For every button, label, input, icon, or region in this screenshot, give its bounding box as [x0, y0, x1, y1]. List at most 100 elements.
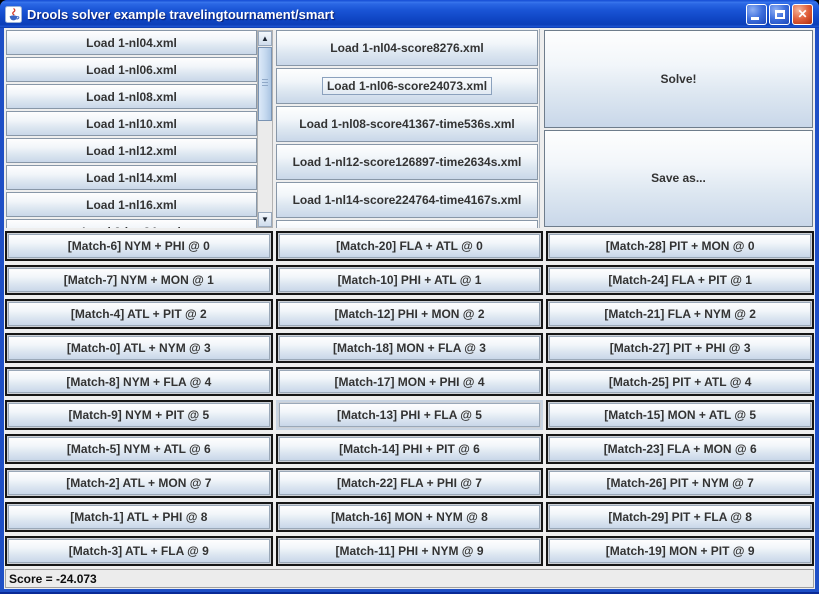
match-button[interactable]: [Match-26] PIT + NYM @ 7: [549, 471, 811, 495]
match-button[interactable]: [Match-9] NYM + PIT @ 5: [8, 403, 270, 427]
match-cell: [Match-11] PHI + NYM @ 9: [276, 536, 544, 566]
save-as-button[interactable]: Save as...: [544, 130, 813, 228]
match-button[interactable]: [Match-24] FLA + PIT @ 1: [549, 268, 811, 292]
load-solution-label: Load 1-nl06-score24073.xml: [322, 77, 492, 95]
match-cell: [Match-24] FLA + PIT @ 1: [546, 265, 814, 295]
load-solution-button[interactable]: Load 1-nl06-score24073.xml: [276, 68, 538, 104]
load-solution-button[interactable]: Load 1-nl08-score41367-time536s.xml: [276, 106, 538, 142]
match-button[interactable]: [Match-8] NYM + FLA @ 4: [8, 370, 270, 394]
load-dataset-button[interactable]: Load 1-nl04.xml: [6, 30, 257, 55]
match-cell: [Match-2] ATL + MON @ 7: [5, 468, 273, 498]
match-cell: [Match-18] MON + FLA @ 3: [276, 333, 544, 363]
load-dataset-button[interactable]: Load 1-nl08.xml: [6, 84, 257, 109]
match-cell: [Match-5] NYM + ATL @ 6: [5, 434, 273, 464]
load-dataset-button[interactable]: Load 2-bra24.xml: [6, 219, 257, 228]
match-cell: [Match-13] PHI + FLA @ 5: [276, 400, 544, 430]
match-button[interactable]: [Match-20] FLA + ATL @ 0: [279, 234, 541, 258]
match-button[interactable]: [Match-16] MON + NYM @ 8: [279, 505, 541, 529]
match-button[interactable]: [Match-25] PIT + ATL @ 4: [549, 370, 811, 394]
dataset-scrollbar[interactable]: ▲ ▼: [257, 30, 273, 228]
match-cell: [Match-14] PHI + PIT @ 6: [276, 434, 544, 464]
scroll-up-icon: ▲: [261, 35, 269, 43]
match-cell: [Match-20] FLA + ATL @ 0: [276, 231, 544, 261]
match-cell: [Match-8] NYM + FLA @ 4: [5, 367, 273, 397]
match-button[interactable]: [Match-5] NYM + ATL @ 6: [8, 437, 270, 461]
scroll-down-icon: ▼: [261, 216, 269, 224]
scrollbar-thumb[interactable]: [258, 47, 272, 121]
match-button[interactable]: [Match-10] PHI + ATL @ 1: [279, 268, 541, 292]
minimize-button[interactable]: [746, 4, 767, 25]
java-app-icon: [5, 6, 22, 23]
match-button[interactable]: [Match-18] MON + FLA @ 3: [279, 336, 541, 360]
match-button[interactable]: [Match-1] ATL + PHI @ 8: [8, 505, 270, 529]
match-cell: [Match-7] NYM + MON @ 1: [5, 265, 273, 295]
load-solution-label: Load 1-nl08-score41367-time536s.xml: [294, 115, 519, 133]
match-cell: [Match-26] PIT + NYM @ 7: [546, 468, 814, 498]
match-button[interactable]: [Match-11] PHI + NYM @ 9: [279, 539, 541, 563]
match-button[interactable]: [Match-4] ATL + PIT @ 2: [8, 302, 270, 326]
load-solution-label: Load 1-nl12-score126897-time2634s.xml: [288, 153, 527, 171]
load-dataset-button[interactable]: Load 1-nl06.xml: [6, 57, 257, 82]
match-button[interactable]: [Match-6] NYM + PHI @ 0: [8, 234, 270, 258]
match-cell: [Match-29] PIT + FLA @ 8: [546, 502, 814, 532]
match-cell: [Match-0] ATL + NYM @ 3: [5, 333, 273, 363]
score-label: Score = -24.073: [6, 572, 97, 586]
match-cell: [Match-23] FLA + MON @ 6: [546, 434, 814, 464]
match-cell: [Match-12] PHI + MON @ 2: [276, 299, 544, 329]
load-dataset-button[interactable]: Load 1-nl16.xml: [6, 192, 257, 217]
match-cell: [Match-6] NYM + PHI @ 0: [5, 231, 273, 261]
close-button[interactable]: ✕: [792, 4, 813, 25]
window-controls: ✕: [746, 4, 813, 25]
load-dataset-button[interactable]: Load 1-nl14.xml: [6, 165, 257, 190]
load-solution-button[interactable]: Load 1-nl14-score224764-time4167s.xml: [276, 182, 538, 218]
top-panel: Load 1-nl04.xml Load 1-nl06.xml Load 1-n…: [5, 29, 814, 228]
match-button[interactable]: [Match-0] ATL + NYM @ 3: [8, 336, 270, 360]
match-button[interactable]: [Match-27] PIT + PHI @ 3: [549, 336, 811, 360]
match-cell: [Match-16] MON + NYM @ 8: [276, 502, 544, 532]
match-cell: [Match-3] ATL + FLA @ 9: [5, 536, 273, 566]
scroll-up-button[interactable]: ▲: [258, 31, 272, 46]
window-title: Drools solver example travelingtournamen…: [27, 7, 741, 22]
match-button[interactable]: [Match-15] MON + ATL @ 5: [549, 403, 811, 427]
match-cell: [Match-4] ATL + PIT @ 2: [5, 299, 273, 329]
scroll-down-button[interactable]: ▼: [258, 212, 272, 227]
match-cell: [Match-27] PIT + PHI @ 3: [546, 333, 814, 363]
match-cell: [Match-22] FLA + PHI @ 7: [276, 468, 544, 498]
match-cell: [Match-19] MON + PIT @ 9: [546, 536, 814, 566]
match-cell: [Match-1] ATL + PHI @ 8: [5, 502, 273, 532]
match-button[interactable]: [Match-12] PHI + MON @ 2: [279, 302, 541, 326]
load-solution-label: Load 1-nl14-score224764-time4167s.xml: [288, 191, 527, 209]
match-button[interactable]: [Match-13] PHI + FLA @ 5: [279, 403, 541, 427]
titlebar[interactable]: Drools solver example travelingtournamen…: [0, 0, 819, 28]
scrollbar-grip-icon: [262, 79, 268, 88]
solve-button[interactable]: Solve!: [544, 30, 813, 128]
match-grid: [Match-6] NYM + PHI @ 0 [Match-20] FLA +…: [5, 231, 814, 566]
match-button[interactable]: [Match-21] FLA + NYM @ 2: [549, 302, 811, 326]
maximize-icon: [775, 10, 785, 19]
app-window: Drools solver example travelingtournamen…: [0, 0, 819, 594]
close-icon: ✕: [797, 8, 807, 20]
match-cell: [Match-28] PIT + MON @ 0: [546, 231, 814, 261]
load-solution-button[interactable]: Load 1-nl12-score126897-time2634s.xml: [276, 144, 538, 180]
load-solution-button[interactable]: Load 1-nl04-score8276.xml: [276, 30, 538, 66]
match-cell: [Match-10] PHI + ATL @ 1: [276, 265, 544, 295]
load-dataset-button[interactable]: Load 1-nl12.xml: [6, 138, 257, 163]
match-cell: [Match-15] MON + ATL @ 5: [546, 400, 814, 430]
match-cell: [Match-21] FLA + NYM @ 2: [546, 299, 814, 329]
dataset-list: Load 1-nl04.xml Load 1-nl06.xml Load 1-n…: [5, 29, 257, 228]
status-bar: Score = -24.073: [5, 569, 814, 588]
match-button[interactable]: [Match-29] PIT + FLA @ 8: [549, 505, 811, 529]
match-button[interactable]: [Match-17] MON + PHI @ 4: [279, 370, 541, 394]
match-button[interactable]: [Match-22] FLA + PHI @ 7: [279, 471, 541, 495]
match-button[interactable]: [Match-3] ATL + FLA @ 9: [8, 539, 270, 563]
match-button[interactable]: [Match-28] PIT + MON @ 0: [549, 234, 811, 258]
match-button[interactable]: [Match-7] NYM + MON @ 1: [8, 268, 270, 292]
load-dataset-button[interactable]: Load 1-nl10.xml: [6, 111, 257, 136]
maximize-button[interactable]: [769, 4, 790, 25]
minimize-icon: [751, 17, 759, 20]
match-button[interactable]: [Match-19] MON + PIT @ 9: [549, 539, 811, 563]
match-button[interactable]: [Match-14] PHI + PIT @ 6: [279, 437, 541, 461]
match-button[interactable]: [Match-23] FLA + MON @ 6: [549, 437, 811, 461]
match-button[interactable]: [Match-2] ATL + MON @ 7: [8, 471, 270, 495]
main-content: Load 1-nl04.xml Load 1-nl06.xml Load 1-n…: [4, 28, 815, 589]
